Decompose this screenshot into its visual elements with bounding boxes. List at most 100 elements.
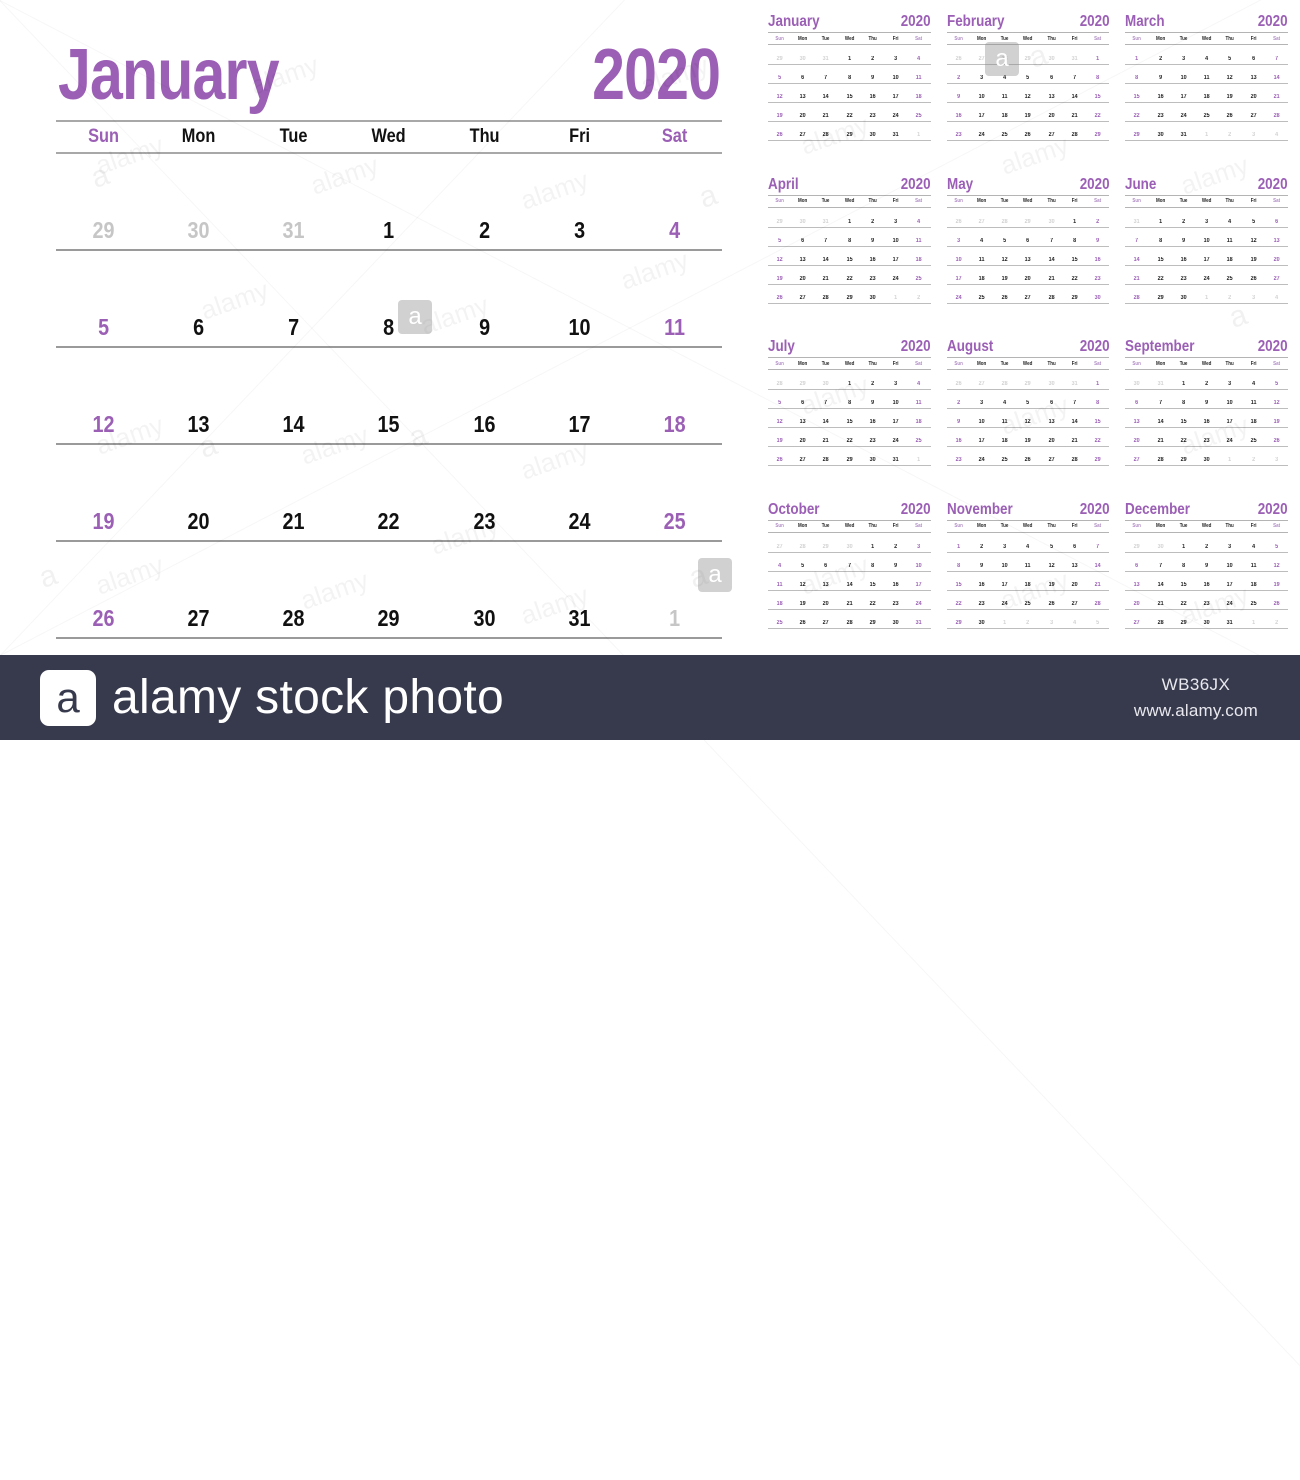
main-day-cell[interactable]: 3 bbox=[538, 217, 620, 249]
mini-day-cell[interactable]: 14 bbox=[1064, 419, 1085, 427]
mini-day-cell[interactable]: 13 bbox=[816, 582, 837, 590]
mini-day-cell[interactable]: 21 bbox=[839, 601, 860, 609]
mini-day-cell[interactable]: 29 bbox=[1087, 132, 1108, 140]
mini-day-cell[interactable]: 26 bbox=[769, 295, 790, 303]
mini-day-cell[interactable]: 2 bbox=[909, 295, 930, 303]
mini-day-cell[interactable]: 7 bbox=[1064, 400, 1085, 408]
main-day-cell[interactable]: 6 bbox=[158, 314, 240, 346]
mini-day-cell[interactable]: 27 bbox=[971, 381, 992, 389]
mini-day-cell[interactable]: 28 bbox=[1150, 620, 1171, 628]
mini-day-cell[interactable]: 5 bbox=[1219, 56, 1240, 64]
mini-day-cell[interactable]: 8 bbox=[1126, 75, 1147, 83]
mini-day-cell[interactable]: 18 bbox=[909, 257, 930, 265]
main-day-cell[interactable]: 9 bbox=[443, 314, 525, 346]
mini-day-cell[interactable]: 2 bbox=[1266, 620, 1287, 628]
mini-day-cell[interactable]: 18 bbox=[769, 601, 790, 609]
mini-day-cell[interactable]: 12 bbox=[1018, 94, 1039, 102]
mini-day-cell[interactable]: 6 bbox=[816, 563, 837, 571]
mini-day-cell[interactable]: 29 bbox=[839, 132, 860, 140]
mini-day-cell[interactable]: 6 bbox=[1126, 563, 1147, 571]
mini-day-cell[interactable]: 16 bbox=[948, 438, 969, 446]
main-day-cell[interactable]: 7 bbox=[253, 314, 335, 346]
mini-day-cell[interactable]: 3 bbox=[1196, 219, 1217, 227]
mini-day-cell[interactable]: 9 bbox=[1150, 75, 1171, 83]
mini-day-cell[interactable]: 16 bbox=[1087, 257, 1108, 265]
mini-day-cell[interactable]: 11 bbox=[909, 238, 930, 246]
mini-day-cell[interactable]: 19 bbox=[1243, 257, 1264, 265]
mini-day-cell[interactable]: 1 bbox=[1087, 56, 1108, 64]
mini-day-cell[interactable]: 3 bbox=[1243, 295, 1264, 303]
mini-day-cell[interactable]: 30 bbox=[1173, 295, 1194, 303]
mini-day-cell[interactable]: 2 bbox=[862, 56, 883, 64]
mini-day-cell[interactable]: 24 bbox=[885, 438, 906, 446]
mini-day-cell[interactable]: 20 bbox=[816, 601, 837, 609]
mini-day-cell[interactable]: 31 bbox=[885, 457, 906, 465]
mini-day-cell[interactable]: 5 bbox=[769, 75, 790, 83]
mini-day-cell[interactable]: 27 bbox=[792, 132, 813, 140]
main-day-cell[interactable]: 1 bbox=[348, 217, 430, 249]
mini-day-cell[interactable]: 18 bbox=[1243, 419, 1264, 427]
mini-day-cell[interactable]: 23 bbox=[1196, 438, 1217, 446]
mini-day-cell[interactable]: 28 bbox=[1087, 601, 1108, 609]
mini-day-cell[interactable]: 19 bbox=[994, 276, 1015, 284]
mini-day-cell[interactable]: 25 bbox=[909, 276, 930, 284]
mini-day-cell[interactable]: 9 bbox=[885, 563, 906, 571]
main-day-cell[interactable]: 27 bbox=[158, 605, 240, 637]
mini-day-cell[interactable]: 2 bbox=[948, 75, 969, 83]
mini-day-cell[interactable]: 28 bbox=[816, 295, 837, 303]
mini-day-cell[interactable]: 26 bbox=[1018, 132, 1039, 140]
main-day-cell[interactable]: 30 bbox=[158, 217, 240, 249]
mini-day-cell[interactable]: 21 bbox=[1064, 438, 1085, 446]
mini-day-cell[interactable]: 4 bbox=[994, 400, 1015, 408]
mini-day-cell[interactable]: 6 bbox=[792, 400, 813, 408]
mini-day-cell[interactable]: 12 bbox=[994, 257, 1015, 265]
mini-day-cell[interactable]: 11 bbox=[769, 582, 790, 590]
mini-day-cell[interactable]: 27 bbox=[971, 219, 992, 227]
mini-day-cell[interactable]: 28 bbox=[1064, 457, 1085, 465]
mini-day-cell[interactable]: 2 bbox=[948, 400, 969, 408]
mini-day-cell[interactable]: 1 bbox=[1196, 132, 1217, 140]
mini-day-cell[interactable]: 25 bbox=[1219, 276, 1240, 284]
mini-day-cell[interactable]: 6 bbox=[1243, 56, 1264, 64]
mini-day-cell[interactable]: 19 bbox=[1219, 94, 1240, 102]
mini-day-cell[interactable]: 30 bbox=[1150, 132, 1171, 140]
mini-day-cell[interactable]: 4 bbox=[1243, 544, 1264, 552]
mini-day-cell[interactable]: 2 bbox=[1219, 295, 1240, 303]
mini-day-cell[interactable]: 28 bbox=[994, 219, 1015, 227]
mini-day-cell[interactable]: 9 bbox=[1196, 563, 1217, 571]
main-day-cell[interactable]: 26 bbox=[63, 605, 145, 637]
mini-day-cell[interactable]: 3 bbox=[1219, 381, 1240, 389]
mini-day-cell[interactable]: 29 bbox=[948, 620, 969, 628]
mini-day-cell[interactable]: 3 bbox=[1219, 544, 1240, 552]
mini-day-cell[interactable]: 30 bbox=[1150, 544, 1171, 552]
mini-day-cell[interactable]: 15 bbox=[839, 94, 860, 102]
mini-day-cell[interactable]: 4 bbox=[1266, 295, 1287, 303]
mini-day-cell[interactable]: 1 bbox=[1064, 219, 1085, 227]
mini-day-cell[interactable]: 15 bbox=[1087, 94, 1108, 102]
mini-day-cell[interactable]: 28 bbox=[1150, 457, 1171, 465]
mini-day-cell[interactable]: 28 bbox=[816, 457, 837, 465]
mini-day-cell[interactable]: 16 bbox=[1196, 582, 1217, 590]
mini-day-cell[interactable]: 19 bbox=[1041, 582, 1062, 590]
mini-day-cell[interactable]: 7 bbox=[816, 238, 837, 246]
mini-day-cell[interactable]: 17 bbox=[909, 582, 930, 590]
main-day-cell[interactable]: 17 bbox=[538, 411, 620, 443]
main-day-cell[interactable]: 22 bbox=[348, 508, 430, 540]
mini-day-cell[interactable]: 27 bbox=[1041, 132, 1062, 140]
mini-day-cell[interactable]: 16 bbox=[862, 94, 883, 102]
mini-day-cell[interactable]: 12 bbox=[1219, 75, 1240, 83]
main-day-cell[interactable]: 29 bbox=[63, 217, 145, 249]
mini-day-cell[interactable]: 20 bbox=[1126, 601, 1147, 609]
mini-day-cell[interactable]: 17 bbox=[885, 419, 906, 427]
mini-day-cell[interactable]: 28 bbox=[816, 132, 837, 140]
mini-day-cell[interactable]: 7 bbox=[1126, 238, 1147, 246]
mini-day-cell[interactable]: 5 bbox=[1266, 544, 1287, 552]
main-day-cell[interactable]: 2 bbox=[443, 217, 525, 249]
mini-day-cell[interactable]: 10 bbox=[1219, 400, 1240, 408]
mini-day-cell[interactable]: 28 bbox=[839, 620, 860, 628]
mini-day-cell[interactable]: 29 bbox=[1126, 544, 1147, 552]
mini-day-cell[interactable]: 20 bbox=[1041, 113, 1062, 121]
mini-day-cell[interactable]: 12 bbox=[1266, 563, 1287, 571]
mini-day-cell[interactable]: 22 bbox=[1087, 438, 1108, 446]
mini-day-cell[interactable]: 31 bbox=[1219, 620, 1240, 628]
